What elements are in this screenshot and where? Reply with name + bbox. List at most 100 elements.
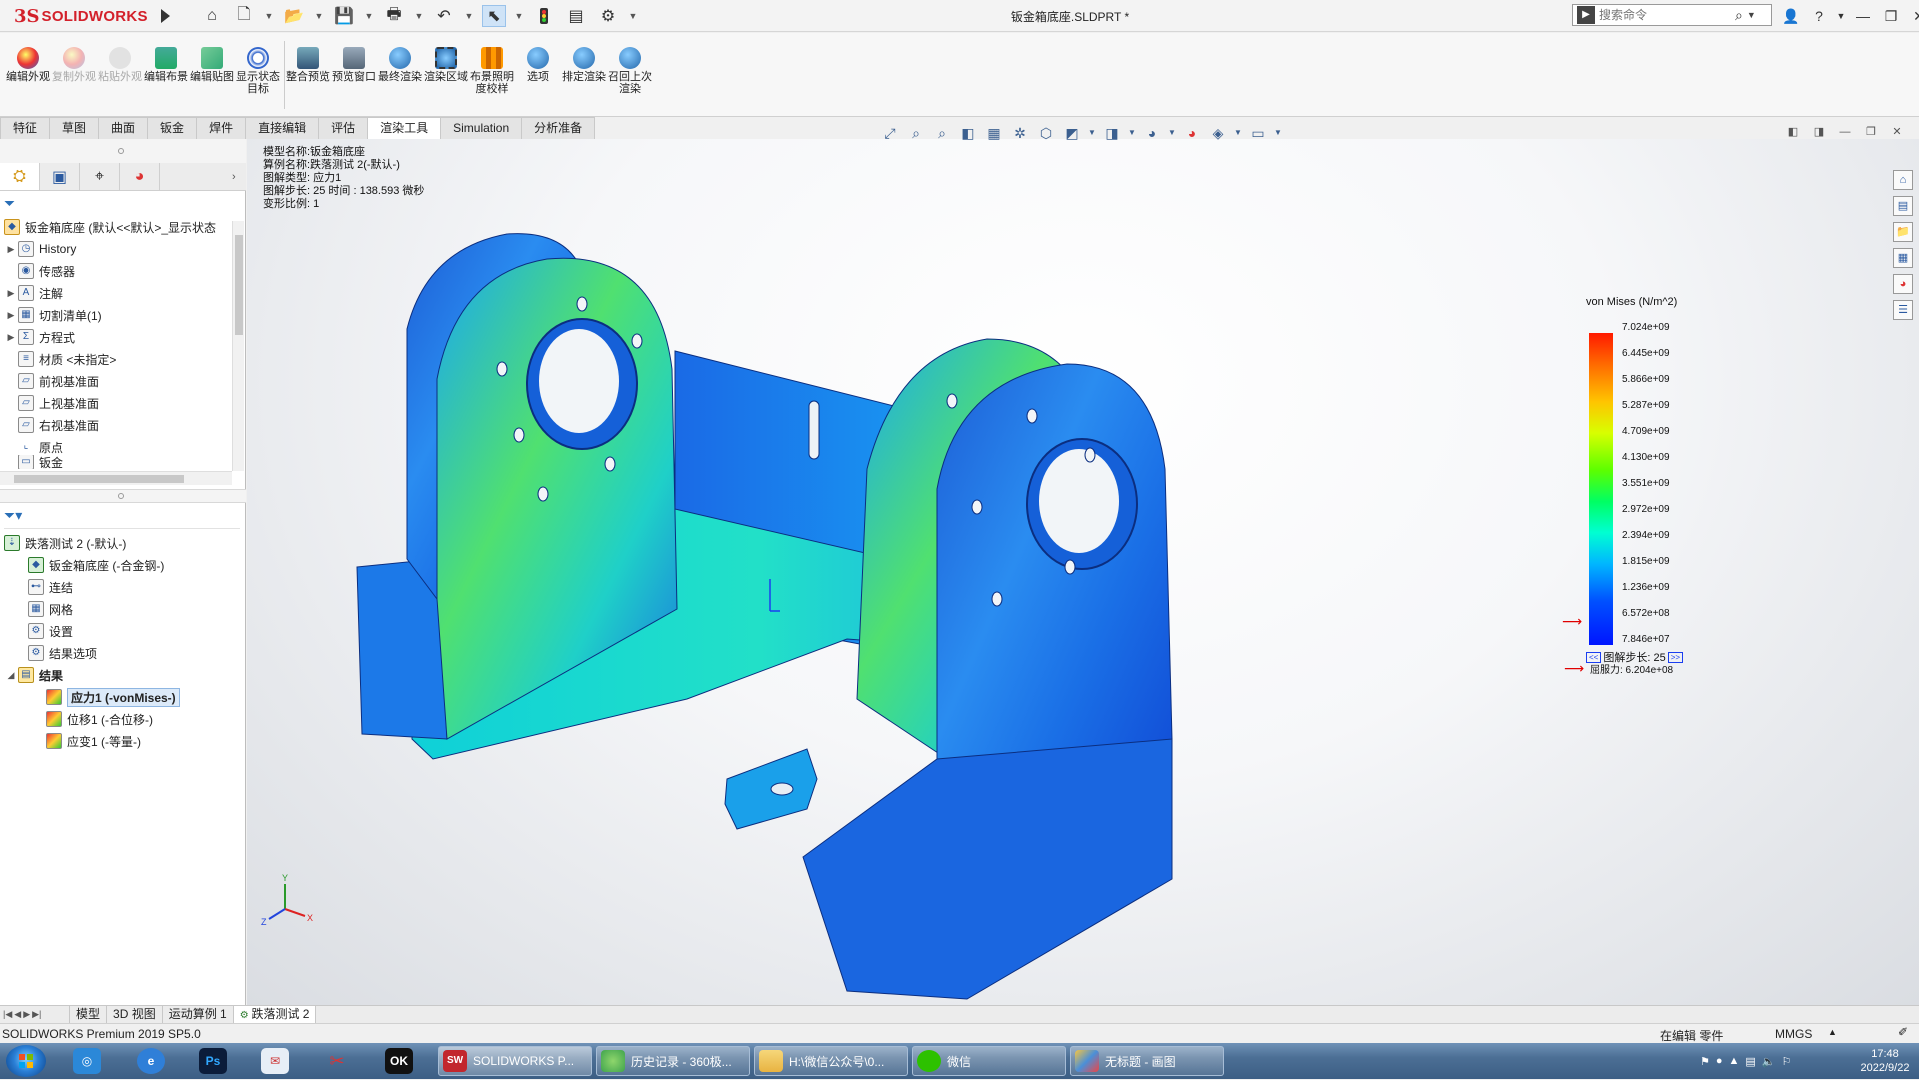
unit-system[interactable]: MMGS <box>1775 1027 1812 1041</box>
recall-last-render-button[interactable]: 召回上次渲染 <box>608 47 652 95</box>
status-settings-icon[interactable]: ✐ <box>1898 1025 1908 1039</box>
paste-appearance-button[interactable]: 粘贴外观 <box>98 47 142 83</box>
integrated-preview-button[interactable]: 整合预览 <box>286 47 330 83</box>
menu-expand-arrow-icon[interactable] <box>158 6 172 26</box>
help-dropdown-icon[interactable]: ▼ <box>1836 5 1846 27</box>
property-manager-tab[interactable]: ▣ <box>40 163 80 190</box>
command-search[interactable]: ▶ ⌕ ▼ <box>1572 4 1772 26</box>
display-style-icon[interactable]: ◩ <box>1062 123 1082 143</box>
render-options-button[interactable]: 选项 <box>516 47 560 83</box>
configuration-manager-tab[interactable]: ⌖ <box>80 163 120 190</box>
collapse-arrow-icon[interactable]: ◢ <box>6 670 16 681</box>
tree-vertical-scrollbar[interactable] <box>232 221 244 471</box>
scene-icon[interactable]: ◈ <box>1208 123 1228 143</box>
new-document-icon[interactable]: 🗋 <box>232 5 256 27</box>
solidworks-logo[interactable]: 3S SOLIDWORKS <box>14 4 154 28</box>
sim-study-root[interactable]: ⇣ 跌落测试 2 (-默认-) <box>2 532 126 554</box>
sim-item-results[interactable]: ◢ ▤ 结果 <box>6 664 63 686</box>
pinned-app-snipping[interactable]: ✂ <box>314 1046 360 1076</box>
rotate-view-icon[interactable]: ✲ <box>1010 123 1030 143</box>
final-render-button[interactable]: 最终渲染 <box>378 47 422 83</box>
tray-volume-icon[interactable]: 🔈 <box>1762 1055 1776 1068</box>
copy-appearance-button[interactable]: 复制外观 <box>52 47 96 83</box>
sim-item-mesh[interactable]: ▦ 网格 <box>26 598 73 620</box>
tab-weldments[interactable]: 焊件 <box>196 117 247 139</box>
hide-show-items-icon[interactable]: ◨ <box>1102 123 1122 143</box>
edit-appearance-button[interactable]: 编辑外观 <box>6 47 50 83</box>
open-icon[interactable]: 📂 <box>282 5 306 27</box>
viewport-minimize-icon[interactable]: — <box>1837 124 1853 140</box>
tray-wechat-icon[interactable]: ● <box>1716 1055 1723 1067</box>
new-dropdown-icon[interactable]: ▼ <box>264 5 274 27</box>
tree-item-front-plane[interactable]: ▱ 前视基准面 <box>6 370 99 392</box>
user-icon[interactable]: 👤 <box>1780 5 1802 27</box>
help-icon[interactable]: ? <box>1808 5 1830 27</box>
start-button[interactable] <box>6 1045 46 1077</box>
undo-icon[interactable]: ↶ <box>432 5 456 27</box>
zoom-to-area-icon[interactable]: ⌕ <box>906 123 926 143</box>
sim-item-setup[interactable]: ⚙ 设置 <box>26 620 73 642</box>
undo-dropdown-icon[interactable]: ▼ <box>464 5 474 27</box>
tab-render-tools[interactable]: 渲染工具 <box>367 117 442 139</box>
appearance-dropdown-icon[interactable]: ▼ <box>1168 123 1176 143</box>
tree-item-annotations[interactable]: ▶ A 注解 <box>6 282 63 304</box>
close-icon[interactable]: ✕ <box>1908 5 1919 27</box>
scrollbar-thumb[interactable] <box>235 235 243 335</box>
sim-result-stress[interactable]: 应力1 (-vonMises-) <box>44 686 180 708</box>
solidworks-resources-home-icon[interactable]: ⌂ <box>1893 170 1913 190</box>
expand-tabs-icon[interactable]: › <box>232 163 246 190</box>
pinned-app-360[interactable]: ◎ <box>64 1046 110 1076</box>
view-palette-icon[interactable]: ▦ <box>1893 248 1913 268</box>
expand-arrow-icon[interactable]: ▶ <box>6 288 16 299</box>
units-dropdown-icon[interactable]: ▲ <box>1828 1027 1837 1037</box>
task-explorer[interactable]: H:\微信公众号\0... <box>754 1046 908 1076</box>
tab-simulation[interactable]: Simulation <box>440 117 523 139</box>
expand-arrow-icon[interactable]: ▶ <box>6 244 16 255</box>
scroll-next-icon[interactable]: ▶ <box>23 1009 30 1020</box>
tree-item-material[interactable]: ≡ 材质 <未指定> <box>6 348 116 370</box>
sim-item-connections[interactable]: ⊷ 连结 <box>26 576 73 598</box>
expand-arrow-icon[interactable]: ▶ <box>6 310 16 321</box>
tab-drop-test[interactable]: ⚙ 跌落测试 2 <box>233 1006 317 1023</box>
scroll-prev-icon[interactable]: ◀ <box>14 1009 21 1020</box>
task-browser[interactable]: 历史记录 - 360极... <box>596 1046 750 1076</box>
sim-result-strain[interactable]: 应变1 (-等量-) <box>44 730 141 752</box>
view-orientation-icon[interactable]: ⬡ <box>1036 123 1056 143</box>
file-properties-icon[interactable]: ▤ <box>564 5 588 27</box>
sim-result-displacement[interactable]: 位移1 (-合位移-) <box>44 708 153 730</box>
tab-evaluate[interactable]: 评估 <box>318 117 369 139</box>
previous-view-icon[interactable]: ⌕ <box>932 123 952 143</box>
stress-model-render[interactable]: Y X Z <box>247 139 1919 1005</box>
display-style-dropdown-icon[interactable]: ▼ <box>1088 123 1096 143</box>
rebuild-traffic-light-icon[interactable] <box>532 5 556 27</box>
tab-motion-study[interactable]: 运动算例 1 <box>163 1006 234 1023</box>
search-icon[interactable]: ⌕ <box>1735 7 1743 24</box>
tab-direct-editing[interactable]: 直接编辑 <box>245 117 320 139</box>
schedule-render-button[interactable]: 排定渲染 <box>562 47 606 83</box>
sim-item-result-options[interactable]: ⚙ 结果选项 <box>26 642 97 664</box>
taskbar-clock[interactable]: 17:48 2022/9/22 <box>1855 1047 1915 1075</box>
tray-action-center-icon[interactable]: ⚐ <box>1782 1055 1792 1068</box>
minimize-icon[interactable]: — <box>1852 5 1874 27</box>
panel-grip[interactable] <box>0 139 246 163</box>
tree-item-sensors[interactable]: ◉ 传感器 <box>6 260 75 282</box>
scrollbar-thumb[interactable] <box>14 475 184 483</box>
dynamic-annotation-icon[interactable]: ▦ <box>984 123 1004 143</box>
appearances-scenes-icon[interactable]: ◕ <box>1893 274 1913 294</box>
viewport-close-icon[interactable]: ✕ <box>1889 124 1905 140</box>
pinned-app-ie[interactable]: e <box>128 1046 174 1076</box>
custom-properties-icon[interactable]: ☰ <box>1893 300 1913 320</box>
tree-item-right-plane[interactable]: ▱ 右视基准面 <box>6 414 99 436</box>
edit-scene-button[interactable]: 编辑布景 <box>144 47 188 83</box>
tab-model[interactable]: 模型 <box>70 1006 108 1023</box>
tree-root-part[interactable]: ◆ 钣金箱底座 (默认<<默认>_显示状态 <box>2 216 216 238</box>
tray-network-icon[interactable]: ▤ <box>1745 1055 1755 1068</box>
open-dropdown-icon[interactable]: ▼ <box>314 5 324 27</box>
tree-item-sheet-metal[interactable]: ▭ 钣金 <box>6 455 63 469</box>
feature-manager-tab[interactable]: ⛭ <box>0 163 40 190</box>
viewport-tile-right-icon[interactable]: ◨ <box>1811 124 1827 140</box>
apply-scene-icon[interactable]: ◕ <box>1182 123 1202 143</box>
search-mode-icon[interactable]: ▶ <box>1577 6 1595 24</box>
task-wechat[interactable]: 微信 <box>912 1046 1066 1076</box>
expand-arrow-icon[interactable]: ▶ <box>6 332 16 343</box>
